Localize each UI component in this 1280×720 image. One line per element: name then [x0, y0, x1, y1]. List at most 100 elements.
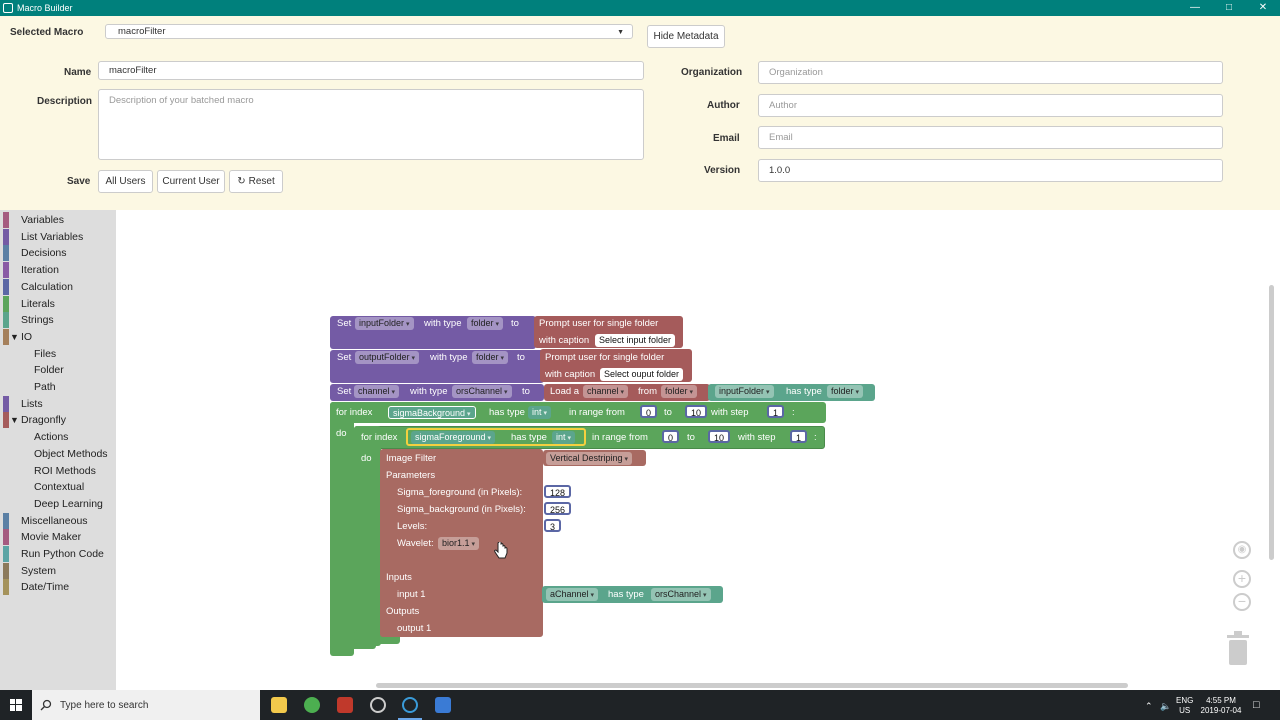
vertical-scrollbar[interactable]: [1269, 285, 1274, 560]
loop1-var-dropdown[interactable]: sigmaBackground: [388, 406, 476, 419]
toolbox-category-decisions[interactable]: Decisions: [0, 245, 116, 262]
toolbox: Variables List Variables Decisions Iteratio…: [0, 210, 116, 690]
zoom-in-icon[interactable]: +: [1233, 570, 1251, 588]
toolbox-category-run-python-code[interactable]: Run Python Code: [0, 546, 116, 562]
all-users-button[interactable]: All Users: [98, 170, 153, 193]
loop1-from-input[interactable]: 0: [640, 405, 658, 418]
maximize-button[interactable]: □: [1212, 0, 1246, 16]
volume-icon[interactable]: 🔈: [1160, 701, 1171, 711]
var-dropdown-channel[interactable]: channel: [354, 385, 399, 398]
input-var-dropdown[interactable]: aChannel: [546, 588, 598, 601]
metadata-panel: Selected Macro macroFilter ▼ Hide Metada…: [0, 16, 1280, 210]
clock[interactable]: 4:55 PM 2019-07-04: [1200, 696, 1242, 716]
category-color-swatch: [3, 228, 9, 245]
toolbox-category-folder[interactable]: Folder: [0, 362, 116, 378]
to-label-3: to: [522, 386, 530, 397]
toolbox-category-date-time[interactable]: Date/Time: [0, 579, 116, 596]
close-button[interactable]: ✕: [1246, 0, 1280, 16]
dragonfly-app-icon[interactable]: [402, 697, 418, 713]
zoom-out-icon[interactable]: −: [1233, 593, 1251, 611]
param-levels-input[interactable]: 3: [544, 519, 562, 532]
loop2-from-input[interactable]: 0: [662, 430, 680, 443]
windows-start-icon[interactable]: [0, 690, 32, 720]
toolbox-category-contextual[interactable]: Contextual: [0, 479, 116, 495]
organization-field[interactable]: Organization: [758, 61, 1223, 84]
toolbox-category-roi-methods[interactable]: ROI Methods: [0, 463, 116, 479]
tray-chevron-up-icon[interactable]: ⌃: [1145, 701, 1153, 711]
toolbox-category-miscellaneous[interactable]: Miscellaneous: [0, 512, 116, 529]
caption-input-folder[interactable]: Select input folder: [595, 334, 676, 347]
version-field[interactable]: 1.0.0: [758, 159, 1223, 182]
from-var-type-dropdown[interactable]: folder: [827, 385, 863, 398]
filezilla-icon[interactable]: [337, 697, 353, 713]
macro-app-icon[interactable]: [435, 697, 451, 713]
colon-label-1: :: [792, 407, 795, 418]
toolbox-category-system[interactable]: System: [0, 562, 116, 579]
horizontal-scrollbar[interactable]: [376, 683, 1128, 688]
toolbox-category-deep-learning[interactable]: Deep Learning: [0, 496, 116, 512]
toolbox-category-literals[interactable]: Literals: [0, 295, 116, 312]
app-window: Macro Builder — □ ✕ Selected Macro macro…: [0, 0, 1280, 720]
param-sigma-foreground-input[interactable]: 128: [544, 485, 572, 498]
toolbox-category-files[interactable]: Files: [0, 346, 116, 362]
email-field[interactable]: Email: [758, 126, 1223, 149]
expand-triangle-icon[interactable]: ▼: [10, 332, 19, 342]
clock-app-icon[interactable]: [370, 697, 386, 713]
filter-name-dropdown[interactable]: Vertical Destriping: [546, 452, 633, 465]
language-indicator[interactable]: ENG US: [1176, 696, 1193, 716]
toolbox-category-object-methods[interactable]: Object Methods: [0, 446, 116, 462]
hide-metadata-button[interactable]: Hide Metadata: [647, 25, 725, 48]
name-field[interactable]: macroFilter: [98, 61, 644, 80]
taskbar-search-input[interactable]: Type here to search: [32, 690, 260, 720]
toolbox-category-movie-maker[interactable]: Movie Maker: [0, 529, 116, 546]
minimize-button[interactable]: —: [1178, 0, 1212, 16]
with-step-label-1: with step: [711, 407, 749, 418]
param-wavelet-dropdown[interactable]: bior1.1: [438, 537, 479, 550]
input-var-type-dropdown[interactable]: orsChannel: [651, 588, 711, 601]
recenter-icon[interactable]: ◉: [1233, 541, 1251, 559]
toolbox-category-dragonfly[interactable]: ▼ Dragonfly: [0, 412, 116, 429]
reset-button[interactable]: ↻ Reset: [229, 170, 283, 193]
type-dropdown-folder-1[interactable]: folder: [467, 317, 503, 330]
var-dropdown-input-folder[interactable]: inputFolder: [355, 317, 414, 330]
caption-output-folder[interactable]: Select ouput folder: [600, 368, 684, 381]
region-code: US: [1179, 706, 1191, 715]
loop1-type-dropdown[interactable]: int: [528, 406, 551, 419]
macro-select[interactable]: macroFilter ▼: [105, 24, 633, 39]
loop2-type-dropdown[interactable]: int: [552, 431, 575, 444]
toolbox-category-strings[interactable]: Strings: [0, 312, 116, 329]
type-dropdown-orschannel[interactable]: orsChannel: [452, 385, 512, 398]
window-title: Macro Builder: [17, 3, 73, 13]
file-explorer-icon[interactable]: [271, 697, 287, 713]
chrome-icon[interactable]: [304, 697, 320, 713]
notification-icon[interactable]: □: [1253, 700, 1260, 711]
current-user-button[interactable]: Current User: [157, 170, 225, 193]
reset-label: Reset: [248, 176, 275, 187]
var-dropdown-output-folder[interactable]: outputFolder: [355, 351, 420, 364]
trash-icon[interactable]: [1224, 630, 1252, 666]
from-type-dropdown[interactable]: folder: [661, 385, 697, 398]
param-sigma-background-input[interactable]: 256: [544, 502, 572, 515]
toolbox-category-lists[interactable]: Lists: [0, 395, 116, 412]
load-type-dropdown[interactable]: channel: [583, 385, 628, 398]
loop1-to-input[interactable]: 10: [685, 405, 708, 418]
toolbox-category-iteration[interactable]: Iteration: [0, 262, 116, 279]
toolbox-category-calculation[interactable]: Calculation: [0, 278, 116, 295]
blockly-workspace[interactable]: Set inputFolder with type folder to Prom…: [116, 210, 1280, 690]
description-field[interactable]: Description of your batched macro: [98, 89, 644, 160]
app-icon: [3, 3, 13, 13]
expand-triangle-icon[interactable]: ▼: [10, 415, 19, 425]
from-var-dropdown[interactable]: inputFolder: [715, 385, 774, 398]
loop1-step-input[interactable]: 1: [767, 405, 785, 418]
loop2-var-dropdown[interactable]: sigmaForeground: [411, 431, 496, 444]
author-field[interactable]: Author: [758, 94, 1223, 117]
toolbox-category-actions[interactable]: Actions: [0, 429, 116, 445]
loop2-step-input[interactable]: 1: [790, 430, 808, 443]
type-dropdown-folder-2[interactable]: folder: [472, 351, 508, 364]
loop2-to-input[interactable]: 10: [708, 430, 731, 443]
toolbox-category-io[interactable]: ▼ IO: [0, 328, 116, 345]
toolbox-category-variables[interactable]: Variables: [0, 212, 116, 228]
toolbox-category-list-variables[interactable]: List Variables: [0, 228, 116, 245]
toolbox-category-path[interactable]: Path: [0, 379, 116, 395]
toolbox-category-label: Calculation: [21, 280, 73, 293]
